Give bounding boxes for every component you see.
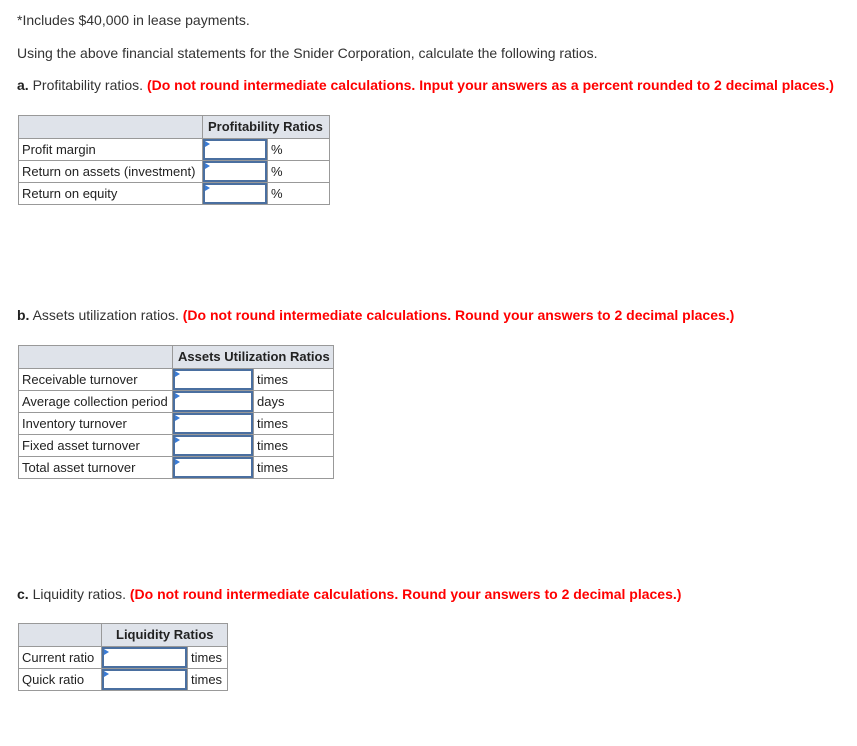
row-label: Receivable turnover bbox=[18, 368, 173, 391]
section-b-heading: b. Assets utilization ratios. (Do not ro… bbox=[17, 307, 734, 323]
input-cell bbox=[172, 434, 254, 457]
section-c-instruction: (Do not round intermediate calculations.… bbox=[129, 586, 682, 602]
liquidity-ratios-table: Liquidity Ratios Current ratio times Qui… bbox=[18, 623, 228, 691]
section-b-title: Assets utilization ratios. bbox=[32, 307, 179, 323]
current-ratio-input[interactable] bbox=[102, 647, 187, 668]
table-header: Assets Utilization Ratios bbox=[172, 345, 334, 369]
section-a-heading: a. Profitability ratios. (Do not round i… bbox=[17, 77, 834, 93]
unit-label: times bbox=[253, 434, 334, 457]
table-row: Return on assets (investment) % bbox=[18, 160, 330, 183]
table-row: Total asset turnover times bbox=[18, 456, 334, 479]
table-row: Return on equity % bbox=[18, 182, 330, 205]
unit-label: days bbox=[253, 390, 334, 413]
unit-label: times bbox=[253, 368, 334, 391]
input-cell bbox=[172, 412, 254, 435]
header-blank-cell bbox=[18, 623, 102, 647]
unit-label: % bbox=[267, 160, 330, 183]
table-row: Quick ratio times bbox=[18, 668, 228, 691]
footnote-text: *Includes $40,000 in lease payments. bbox=[17, 12, 250, 28]
row-label: Current ratio bbox=[18, 646, 102, 669]
return-on-assets-input[interactable] bbox=[203, 161, 267, 182]
row-label: Inventory turnover bbox=[18, 412, 173, 435]
prompt-text: Using the above financial statements for… bbox=[17, 45, 598, 61]
header-blank-cell bbox=[18, 345, 173, 369]
row-label: Quick ratio bbox=[18, 668, 102, 691]
section-c-title: Liquidity ratios. bbox=[32, 586, 126, 602]
table-row: Fixed asset turnover times bbox=[18, 434, 334, 457]
row-label: Return on equity bbox=[18, 182, 203, 205]
section-c-heading: c. Liquidity ratios. (Do not round inter… bbox=[17, 586, 681, 602]
row-label: Total asset turnover bbox=[18, 456, 173, 479]
input-cell bbox=[101, 668, 188, 691]
row-label: Return on assets (investment) bbox=[18, 160, 203, 183]
return-on-equity-input[interactable] bbox=[203, 183, 267, 204]
input-cell bbox=[172, 368, 254, 391]
table-header: Liquidity Ratios bbox=[101, 623, 228, 647]
row-label: Average collection period bbox=[18, 390, 173, 413]
total-asset-turnover-input[interactable] bbox=[173, 457, 253, 478]
table-header: Profitability Ratios bbox=[202, 115, 330, 139]
table-header-row: Assets Utilization Ratios bbox=[18, 345, 334, 369]
input-cell bbox=[172, 390, 254, 413]
unit-label: % bbox=[267, 138, 330, 161]
input-cell bbox=[172, 456, 254, 479]
section-a-letter: a. bbox=[17, 77, 29, 93]
unit-label: times bbox=[187, 646, 228, 669]
quick-ratio-input[interactable] bbox=[102, 669, 187, 690]
profit-margin-input[interactable] bbox=[203, 139, 267, 160]
input-cell bbox=[101, 646, 188, 669]
row-label: Profit margin bbox=[18, 138, 203, 161]
table-row: Inventory turnover times bbox=[18, 412, 334, 435]
unit-label: times bbox=[253, 412, 334, 435]
profitability-ratios-table: Profitability Ratios Profit margin % Ret… bbox=[18, 115, 330, 205]
table-row: Current ratio times bbox=[18, 646, 228, 669]
average-collection-period-input[interactable] bbox=[173, 391, 253, 412]
unit-label: times bbox=[253, 456, 334, 479]
row-label: Fixed asset turnover bbox=[18, 434, 173, 457]
input-cell bbox=[202, 160, 268, 183]
unit-label: times bbox=[187, 668, 228, 691]
section-b-instruction: (Do not round intermediate calculations.… bbox=[182, 307, 735, 323]
table-row: Profit margin % bbox=[18, 138, 330, 161]
header-blank-cell bbox=[18, 115, 203, 139]
input-cell bbox=[202, 138, 268, 161]
assets-utilization-ratios-table: Assets Utilization Ratios Receivable tur… bbox=[18, 345, 334, 479]
section-a-title: Profitability ratios. bbox=[32, 77, 144, 93]
fixed-asset-turnover-input[interactable] bbox=[173, 435, 253, 456]
table-header-row: Liquidity Ratios bbox=[18, 623, 228, 647]
inventory-turnover-input[interactable] bbox=[173, 413, 253, 434]
section-a-instruction: (Do not round intermediate calculations.… bbox=[146, 77, 834, 93]
table-row: Receivable turnover times bbox=[18, 368, 334, 391]
table-header-row: Profitability Ratios bbox=[18, 115, 330, 139]
input-cell bbox=[202, 182, 268, 205]
section-b-letter: b. bbox=[17, 307, 30, 323]
receivable-turnover-input[interactable] bbox=[173, 369, 253, 390]
section-c-letter: c. bbox=[17, 586, 29, 602]
unit-label: % bbox=[267, 182, 330, 205]
table-row: Average collection period days bbox=[18, 390, 334, 413]
